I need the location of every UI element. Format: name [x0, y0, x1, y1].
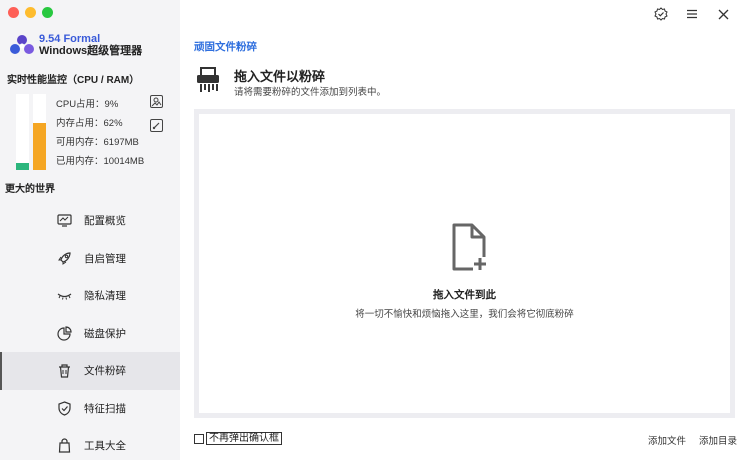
- verified-badge-icon[interactable]: [654, 7, 668, 21]
- drop-zone-subtitle: 将一切不愉快和烦恼拖入这里，我们会将它彻底粉碎: [355, 309, 574, 320]
- add-file-icon: [446, 222, 490, 274]
- cpu-usage-text: CPU占用：9%: [56, 99, 119, 110]
- add-folder-button[interactable]: 添加目录: [699, 433, 737, 447]
- edit-icon[interactable]: [150, 119, 163, 132]
- ram-usage-fill: [33, 122, 46, 170]
- sidebar: 9.54 Formal Windows超级管理器 实时性能监控（CPU / RA…: [0, 0, 180, 460]
- sidebar-item-disk-protection[interactable]: 磁盘保护: [0, 315, 180, 353]
- close-window-button[interactable]: [8, 7, 19, 18]
- sidebar-item-toolbox[interactable]: 工具大全: [0, 427, 180, 460]
- minimize-window-button[interactable]: [25, 7, 36, 18]
- monitor-icon: [57, 213, 72, 228]
- ram-usage-bar: [33, 94, 46, 170]
- no-confirm-option[interactable]: 不再弹出确认框: [194, 432, 282, 445]
- app-name: Windows超级管理器: [39, 45, 143, 57]
- ram-usage-text: 内存占用：62%: [56, 118, 123, 129]
- bag-icon: [57, 438, 72, 453]
- page-title: 拖入文件以粉碎: [234, 69, 326, 84]
- pie-chart-icon: [57, 326, 72, 341]
- rocket-icon: [57, 251, 72, 266]
- sidebar-item-label: 自启管理: [84, 252, 126, 265]
- cpu-usage-bar: [16, 94, 29, 170]
- add-file-button[interactable]: 添加文件: [648, 433, 686, 447]
- drop-zone-title: 拖入文件到此: [433, 289, 496, 301]
- image-icon[interactable]: [150, 95, 163, 108]
- sidebar-item-label: 特征扫描: [84, 402, 126, 415]
- sidebar-item-signature-scan[interactable]: 特征扫描: [0, 390, 180, 428]
- sidebar-item-label: 磁盘保护: [84, 327, 126, 340]
- sidebar-item-label: 配置概览: [84, 215, 126, 228]
- used-memory-text: 已用内存：10014MB: [56, 156, 145, 167]
- app-version: 9.54 Formal: [39, 33, 101, 45]
- sidebar-item-file-shredder[interactable]: 文件粉碎: [0, 352, 180, 390]
- maximize-window-button[interactable]: [42, 7, 53, 18]
- sidebar-item-label: 文件粉碎: [84, 365, 126, 378]
- breadcrumb: 顽固文件粉碎: [194, 41, 257, 53]
- performance-stats: CPU占用：9% 内存占用：62% 可用内存：6197MB 已用内存：10014…: [56, 99, 144, 175]
- no-confirm-checkbox[interactable]: [194, 433, 204, 444]
- trash-icon: [57, 363, 72, 378]
- cpu-usage-fill: [16, 163, 29, 170]
- sidebar-item-startup-manager[interactable]: 自启管理: [0, 240, 180, 278]
- performance-title: 实时性能监控（CPU / RAM）: [7, 75, 140, 86]
- window-controls: [8, 7, 53, 18]
- sidebar-item-label: 隐私清理: [84, 290, 126, 303]
- sidebar-nav: 配置概览 自启管理 隐私清理 磁盘保护 文件粉碎 特征扫描 工具大全: [0, 202, 180, 460]
- app-brand: 9.54 Formal Windows超级管理器: [8, 33, 142, 57]
- sidebar-item-label: 工具大全: [84, 440, 126, 453]
- closed-eye-icon: [57, 288, 72, 303]
- page-subtitle: 请将需要粉碎的文件添加到列表中。: [234, 87, 387, 98]
- file-drop-zone[interactable]: 拖入文件到此 将一切不愉快和烦恼拖入这里，我们会将它彻底粉碎: [194, 109, 735, 418]
- shield-icon: [57, 401, 72, 416]
- shredder-icon: [194, 66, 222, 94]
- title-bar-actions: [654, 7, 730, 21]
- bigger-world-label[interactable]: 更大的世界: [5, 180, 55, 195]
- sidebar-item-config-overview[interactable]: 配置概览: [0, 202, 180, 240]
- close-icon[interactable]: [716, 7, 730, 21]
- app-logo-icon: [8, 34, 36, 56]
- sidebar-item-privacy-cleanup[interactable]: 隐私清理: [0, 277, 180, 315]
- menu-icon[interactable]: [685, 7, 699, 21]
- no-confirm-label[interactable]: 不再弹出确认框: [206, 432, 282, 445]
- available-memory-text: 可用内存：6197MB: [56, 137, 139, 148]
